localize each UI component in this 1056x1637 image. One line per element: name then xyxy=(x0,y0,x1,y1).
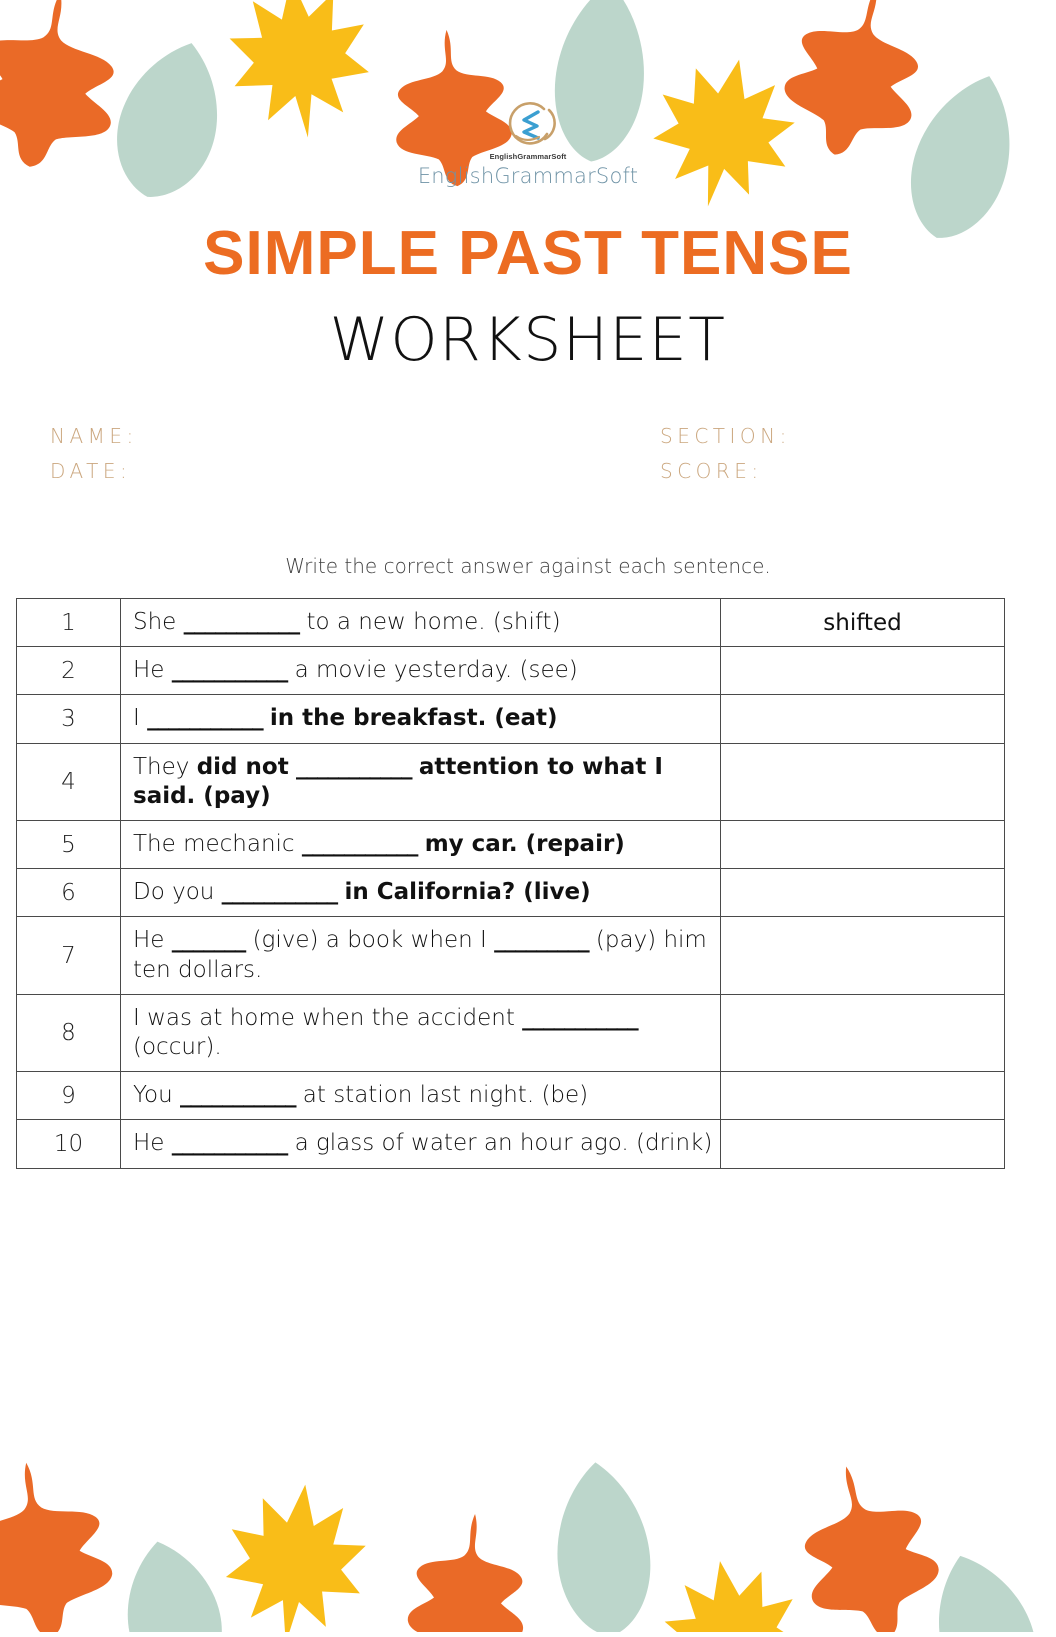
page-title-sub: WORKSHEET xyxy=(329,305,727,375)
instruction-text: Write the correct answer against each se… xyxy=(285,554,771,578)
table-row: 5 The mechanic ___________ my car. (repai… xyxy=(16,820,1005,870)
field-row-name-section: NAME: SECTION: xyxy=(50,424,1006,448)
row-number: 8 xyxy=(16,993,121,1073)
table-row: 7 He _______ (give) a book when I _______… xyxy=(16,916,1005,995)
oak-leaf-orange-icon xyxy=(403,1508,533,1637)
row-sentence: She ___________ to a new home. (shift) xyxy=(120,597,721,648)
row-answer-cell[interactable] xyxy=(720,1071,1005,1121)
worksheet-page: EnglishGrammarSoft EnglishGrammarSoft SI… xyxy=(0,0,1056,1637)
exercise-table-body: 1 She ___________ to a new home. (shift) s… xyxy=(16,597,1005,1169)
row-number: 5 xyxy=(16,820,121,870)
page-title-main: SIMPLE PAST TENSE xyxy=(203,219,853,288)
row-sentence: Do you ___________ in California? (live) xyxy=(120,868,721,918)
row-number: 6 xyxy=(16,868,121,918)
exercise-table: 1 She ___________ to a new home. (shift) s… xyxy=(16,597,1005,1169)
table-row: 6 Do you ___________ in California? (live… xyxy=(16,868,1005,918)
field-section[interactable]: SECTION: xyxy=(660,424,1000,448)
table-row: 8I was at home when the accident _______… xyxy=(16,993,1005,1073)
row-sentence: He ___________ a movie yesterday. (see) xyxy=(120,646,721,696)
feather-leaf-sage-icon xyxy=(549,1458,657,1637)
student-info-fields: NAME: SECTION: DATE: SCORE: xyxy=(50,424,1006,494)
table-row: 1 She ___________ to a new home. (shift) s… xyxy=(16,597,1005,648)
row-answer-cell[interactable] xyxy=(720,916,1005,995)
row-number: 4 xyxy=(16,742,121,822)
date-label: DATE: xyxy=(50,459,132,483)
oak-leaf-orange-icon xyxy=(783,1450,952,1637)
oak-leaf-orange-icon xyxy=(0,1452,120,1637)
maple-leaf-yellow-icon xyxy=(218,1476,373,1637)
name-label: NAME: xyxy=(50,424,138,448)
field-score[interactable]: SCORE: xyxy=(660,459,1000,483)
logo-inner-text: EnglishGrammarSoft xyxy=(489,152,567,161)
row-sentence: He _______ (give) a book when I ________… xyxy=(120,916,721,995)
table-row: 2 He ___________ a movie yesterday. (see) xyxy=(16,646,1005,696)
field-name[interactable]: NAME: xyxy=(50,424,660,448)
row-sentence: They did not ___________ attention to wh… xyxy=(120,742,721,822)
section-label: SECTION: xyxy=(660,424,791,448)
table-row: 4 They did not ___________ attention to w… xyxy=(16,742,1005,822)
row-answer-cell[interactable] xyxy=(720,993,1005,1073)
englishgrammarsoft-circle-logo-icon xyxy=(508,102,556,145)
row-sentence: I was at home when the accident ________… xyxy=(120,993,721,1073)
score-label: SCORE: xyxy=(660,459,763,483)
row-number: 1 xyxy=(16,597,121,648)
row-number: 9 xyxy=(16,1071,121,1121)
row-answer-cell[interactable] xyxy=(720,694,1005,744)
field-date[interactable]: DATE: xyxy=(50,459,660,483)
row-number: 3 xyxy=(16,694,121,744)
row-number: 2 xyxy=(16,646,121,696)
row-answer-cell[interactable]: shifted xyxy=(720,597,1005,648)
feather-leaf-sage-icon xyxy=(112,1532,234,1637)
row-answer-cell[interactable] xyxy=(720,820,1005,870)
row-answer-cell[interactable] xyxy=(720,646,1005,696)
row-sentence: He ___________ a glass of water an hour … xyxy=(120,1119,721,1169)
row-answer-cell[interactable] xyxy=(720,1119,1005,1169)
brand-logo-block: EnglishGrammarSoft EnglishGrammarSoft xyxy=(0,98,1056,188)
table-row: 3I ___________ in the breakfast. (eat) xyxy=(16,694,1005,744)
row-number: 7 xyxy=(16,916,121,995)
field-row-date-score: DATE: SCORE: xyxy=(50,459,1006,483)
row-answer-cell[interactable] xyxy=(720,742,1005,822)
row-sentence: You ___________ at station last night. (… xyxy=(120,1071,721,1121)
row-number: 10 xyxy=(16,1119,121,1169)
row-sentence: I ___________ in the breakfast. (eat) xyxy=(120,694,721,744)
brand-wordmark: EnglishGrammarSoft xyxy=(417,164,639,188)
maple-leaf-yellow-icon xyxy=(655,1549,811,1637)
feather-leaf-sage-icon xyxy=(916,1541,1054,1637)
row-answer-cell[interactable] xyxy=(720,868,1005,918)
table-row: 9 You ___________ at station last night. … xyxy=(16,1071,1005,1121)
row-sentence: The mechanic ___________ my car. (repair… xyxy=(120,820,721,870)
table-row: 10 He ___________ a glass of water an hou… xyxy=(16,1119,1005,1169)
